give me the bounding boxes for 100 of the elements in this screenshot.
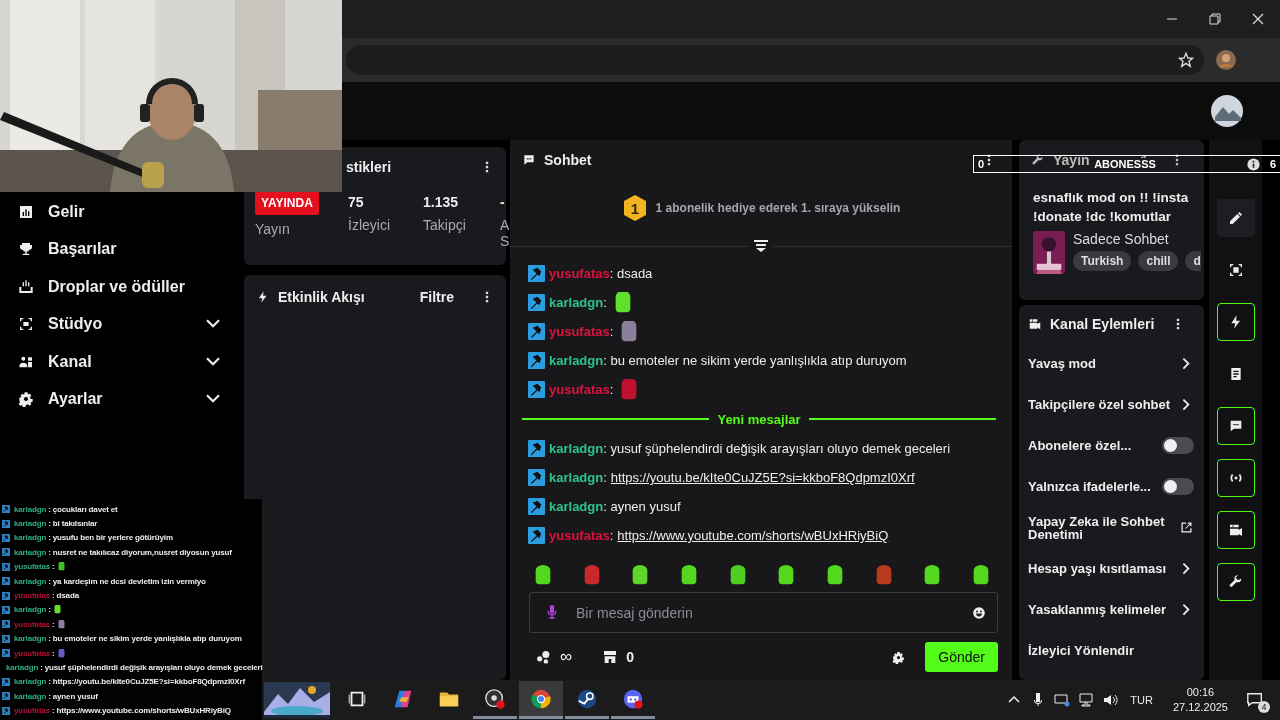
download-tray-icon — [18, 278, 34, 295]
hammer-icon — [528, 294, 545, 311]
sidebar-item[interactable]: Kanal — [0, 343, 242, 381]
message-text: : https://www.youtube.com/shorts/wBUxHRiyBiQ — [52, 706, 231, 716]
recorder-icon — [484, 687, 506, 710]
taskbar-app[interactable] — [519, 681, 563, 719]
tag-chip[interactable]: chill — [1138, 251, 1179, 271]
message-text: : dsada — [609, 266, 653, 281]
restore-icon[interactable] — [1209, 13, 1221, 25]
address-field[interactable] — [346, 45, 1204, 75]
hammer-icon — [2, 533, 10, 542]
message-link[interactable]: https://youtu.be/kIte0CuJZ5E?si=kkboF8QdpmzI0Xrf — [610, 470, 915, 485]
hammer-icon — [528, 469, 545, 486]
sidebar-item[interactable]: Stüdyo — [0, 305, 242, 343]
emoji-icon[interactable] — [972, 606, 986, 620]
screen-icon[interactable] — [1054, 692, 1071, 708]
camera-icon — [1028, 317, 1042, 331]
screen-capture-icon — [18, 316, 34, 333]
settings-icon[interactable] — [892, 650, 906, 664]
avatar[interactable] — [1211, 95, 1243, 127]
toggle-switch[interactable] — [1162, 478, 1194, 495]
username: yusufatas — [14, 562, 50, 572]
toolbar-button[interactable] — [1216, 303, 1255, 341]
action-item[interactable]: İzleyici Yönlendir — [1019, 630, 1204, 671]
username: yusufatas — [549, 528, 610, 543]
network-icon[interactable] — [1078, 692, 1095, 708]
action-item[interactable]: Takipçilere özel sohbet — [1019, 384, 1204, 425]
stat-value: - — [500, 193, 506, 212]
card-title: Yayın — [1053, 152, 1090, 168]
pencil-icon — [1227, 210, 1244, 226]
message-text: : — [609, 324, 614, 339]
hexagon-badge: 1 — [621, 194, 648, 222]
toolbar-button[interactable] — [1216, 511, 1255, 549]
filter-button[interactable]: Filtre — [419, 289, 472, 305]
username: karladgn — [14, 533, 47, 543]
toolbar-button[interactable] — [1216, 199, 1255, 237]
sidebar-item[interactable]: Başarılar — [0, 230, 242, 268]
star-icon[interactable] — [1178, 52, 1194, 68]
card-title: Kanal Eylemleri — [1050, 316, 1156, 332]
hammer-icon — [2, 692, 10, 701]
stat-label: Takipçi — [423, 217, 467, 233]
sidebar-item[interactable]: Gelir — [0, 193, 242, 231]
message-text: : bu emoteler ne sikim yerde yanlışlıkla atıp duruyom — [48, 634, 242, 644]
hammer-icon — [2, 605, 10, 614]
store-icon[interactable] — [602, 649, 619, 665]
action-item[interactable]: Yalnızca ifadelerle... — [1019, 466, 1204, 507]
send-button[interactable]: Gönder — [925, 642, 998, 672]
username: karladgn — [14, 547, 47, 557]
tag-chip[interactable]: Turkish — [1073, 251, 1132, 271]
sidebar-item[interactable]: Droplar ve ödüller — [0, 268, 242, 306]
stream-title: esnaflık mod on !! !insta !donate !dc !komutlar — [1032, 189, 1190, 226]
wrench-icon — [1031, 153, 1045, 167]
action-item[interactable]: Hesap yaşı kısıtlaması — [1019, 548, 1204, 589]
action-item[interactable]: Abonelere özel... — [1019, 425, 1204, 466]
message-link[interactable]: https://www.youtube.com/shorts/wBUxHRiyBiQ — [617, 528, 889, 543]
username: yusufatas — [14, 619, 50, 629]
profile-avatar[interactable] — [1216, 50, 1236, 70]
clock[interactable]: 00:16 27.12.2025 — [1172, 685, 1228, 715]
username: karladgn — [14, 677, 47, 687]
screen-capture-icon — [1227, 262, 1244, 278]
username: yusufatas — [14, 648, 50, 658]
tag-chip[interactable]: d — [1185, 251, 1201, 271]
close-icon[interactable] — [1252, 13, 1264, 25]
stat-label: A S — [500, 217, 511, 249]
username: karladgn — [14, 605, 47, 615]
speaker-icon[interactable] — [1102, 692, 1119, 708]
message-input[interactable]: Bir mesaj gönderin — [529, 592, 998, 633]
message-text: : — [603, 295, 607, 310]
browser-icon — [530, 687, 552, 710]
sidebar-item[interactable]: Ayarlar — [0, 380, 242, 418]
message-text: : bu emoteler ne sikim yerde yanlışlıkla atıp duruyom — [603, 353, 907, 368]
message-text: : dsada — [52, 591, 79, 601]
category-name: Sadece Sohbet — [1073, 231, 1170, 247]
message-text: : yusuf şüphelendirdi değişik arayışları oluyo demek geceleri — [603, 441, 951, 456]
notification-button[interactable]: 4 — [1240, 685, 1270, 715]
toolbar-button[interactable] — [1216, 563, 1255, 601]
hammer-icon — [2, 706, 10, 715]
username: karladgn — [14, 634, 47, 644]
action-item[interactable]: Yasaklanmış kelimeler — [1019, 589, 1204, 630]
message-text: : — [52, 648, 55, 658]
message-text: : nusret ne takılıcaz diyorum,nusret diyosun yusuf — [48, 547, 232, 557]
username: yusufatas — [549, 324, 610, 339]
username: karladgn — [14, 576, 47, 586]
toolbar-button[interactable] — [1216, 407, 1255, 445]
stat-value: 1.135 — [423, 193, 460, 212]
action-item[interactable]: Yapay Zeka ile Sohbet Denetimi — [1019, 507, 1204, 548]
username: yusufatas — [14, 591, 50, 601]
message-text: : — [52, 562, 55, 572]
message-text: : — [609, 528, 614, 543]
message-text: : ya kardeşim ne dcsi devletim izin vermiyo — [48, 576, 206, 586]
toggle-switch[interactable] — [1162, 437, 1194, 454]
toolbar-button[interactable] — [1216, 459, 1255, 497]
action-item[interactable]: Yavaş mod — [1019, 343, 1204, 384]
language-indicator[interactable]: TUR — [1130, 694, 1153, 706]
notification-count: 4 — [1258, 701, 1270, 713]
chart-icon — [18, 203, 34, 220]
microphone-icon — [544, 604, 560, 620]
hammer-icon — [528, 265, 545, 282]
goal-count: 0 — [978, 158, 985, 170]
hammer-icon — [2, 634, 10, 643]
